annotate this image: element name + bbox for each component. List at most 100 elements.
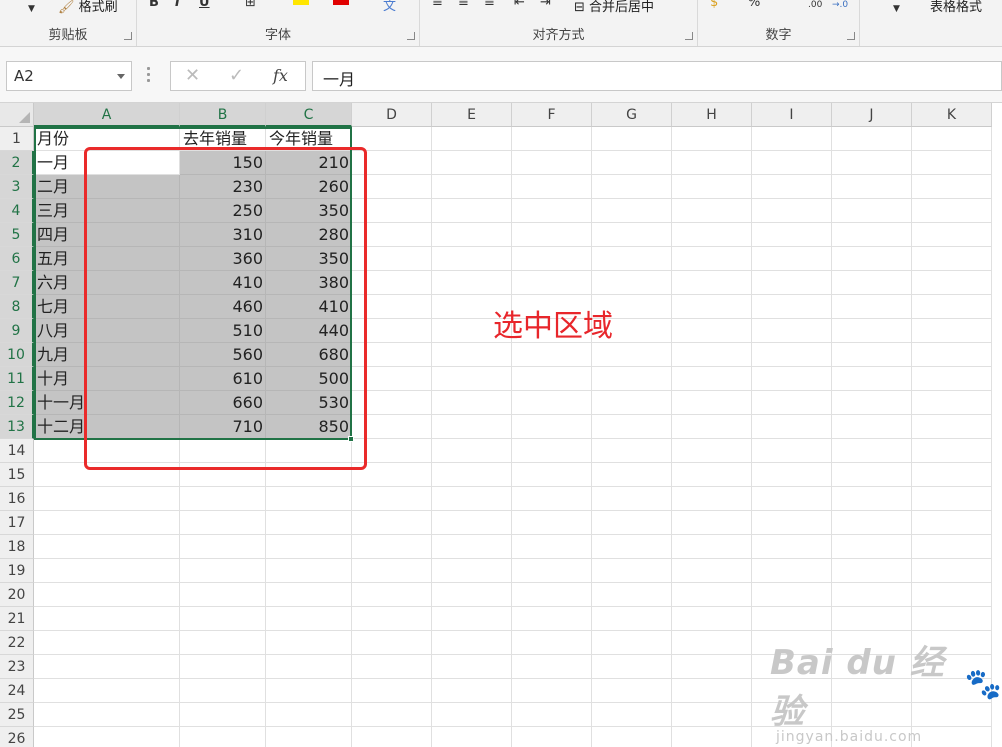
cell[interactable] xyxy=(512,487,592,511)
month-cell[interactable]: 十一月 xyxy=(34,391,88,415)
cell[interactable] xyxy=(912,583,992,607)
cell[interactable] xyxy=(432,439,512,463)
table-header-cell[interactable]: 月份 xyxy=(34,127,72,151)
cell[interactable] xyxy=(832,559,912,583)
cell[interactable] xyxy=(512,511,592,535)
cell[interactable] xyxy=(266,703,352,727)
cell[interactable] xyxy=(512,583,592,607)
cell[interactable] xyxy=(352,487,432,511)
cell[interactable] xyxy=(672,607,752,631)
chevron-down-icon[interactable]: ▼ xyxy=(28,4,35,14)
cell[interactable] xyxy=(832,247,912,271)
cell[interactable] xyxy=(180,583,266,607)
row-header[interactable]: 26 xyxy=(0,727,34,747)
cell[interactable] xyxy=(432,343,512,367)
cell[interactable] xyxy=(912,607,992,631)
row-header[interactable]: 1 xyxy=(0,127,34,151)
cell[interactable] xyxy=(180,535,266,559)
cell[interactable] xyxy=(512,223,592,247)
cell[interactable] xyxy=(832,367,912,391)
cell[interactable] xyxy=(432,559,512,583)
month-cell[interactable]: 三月 xyxy=(34,199,72,223)
cell[interactable] xyxy=(592,535,672,559)
cell[interactable] xyxy=(592,655,672,679)
cell[interactable] xyxy=(180,511,266,535)
cell[interactable] xyxy=(432,391,512,415)
cell[interactable] xyxy=(432,631,512,655)
cell[interactable] xyxy=(912,415,992,439)
column-header-H[interactable]: H xyxy=(672,103,752,127)
cell[interactable] xyxy=(912,247,992,271)
cell[interactable] xyxy=(512,415,592,439)
cell[interactable] xyxy=(432,223,512,247)
cell[interactable] xyxy=(672,631,752,655)
formula-input[interactable]: 一月 xyxy=(312,61,1002,91)
cell[interactable] xyxy=(266,511,352,535)
cell[interactable] xyxy=(432,415,512,439)
cell[interactable] xyxy=(512,391,592,415)
cell[interactable] xyxy=(352,655,432,679)
row-header[interactable]: 22 xyxy=(0,631,34,655)
cell[interactable] xyxy=(352,559,432,583)
row-header[interactable]: 18 xyxy=(0,535,34,559)
cell[interactable] xyxy=(512,559,592,583)
column-header-K[interactable]: K xyxy=(912,103,992,127)
cell[interactable] xyxy=(512,343,592,367)
cell[interactable] xyxy=(592,343,672,367)
cell[interactable] xyxy=(592,199,672,223)
cell[interactable] xyxy=(672,199,752,223)
row-header[interactable]: 24 xyxy=(0,679,34,703)
cell[interactable] xyxy=(592,391,672,415)
cell[interactable] xyxy=(752,271,832,295)
cell[interactable] xyxy=(672,223,752,247)
align-left-icon[interactable]: ≡ xyxy=(432,0,443,10)
row-header[interactable]: 3 xyxy=(0,175,34,199)
cell[interactable] xyxy=(34,631,180,655)
cell[interactable] xyxy=(352,679,432,703)
cell[interactable] xyxy=(180,631,266,655)
select-all-button[interactable] xyxy=(0,103,34,127)
cell[interactable] xyxy=(34,703,180,727)
cell[interactable] xyxy=(432,607,512,631)
cell[interactable] xyxy=(432,367,512,391)
cell[interactable] xyxy=(752,151,832,175)
cell[interactable] xyxy=(432,463,512,487)
row-header[interactable]: 9 xyxy=(0,319,34,343)
cell[interactable] xyxy=(432,679,512,703)
cell[interactable] xyxy=(34,559,180,583)
month-cell[interactable]: 十月 xyxy=(34,367,72,391)
cell[interactable] xyxy=(352,703,432,727)
row-header[interactable]: 25 xyxy=(0,703,34,727)
dialog-launcher-icon[interactable] xyxy=(407,32,415,40)
row-header[interactable]: 2 xyxy=(0,151,34,175)
cell[interactable] xyxy=(672,271,752,295)
cell[interactable] xyxy=(512,127,592,151)
cell[interactable] xyxy=(832,319,912,343)
cell[interactable] xyxy=(180,655,266,679)
name-box[interactable]: A2 xyxy=(6,61,132,91)
cell[interactable] xyxy=(832,439,912,463)
cell[interactable] xyxy=(912,295,992,319)
cell[interactable] xyxy=(352,727,432,747)
cell[interactable] xyxy=(752,343,832,367)
align-right-icon[interactable]: ≡ xyxy=(484,0,495,10)
cell[interactable] xyxy=(266,583,352,607)
cell[interactable] xyxy=(752,559,832,583)
cell[interactable] xyxy=(832,343,912,367)
cell[interactable] xyxy=(432,151,512,175)
dialog-launcher-icon[interactable] xyxy=(685,32,693,40)
column-header-B[interactable]: B xyxy=(180,103,266,127)
cell[interactable] xyxy=(432,247,512,271)
cell[interactable] xyxy=(672,127,752,151)
cell[interactable] xyxy=(832,223,912,247)
row-header[interactable]: 11 xyxy=(0,367,34,391)
cell[interactable] xyxy=(180,679,266,703)
row-header[interactable]: 23 xyxy=(0,655,34,679)
align-center-icon[interactable]: ≡ xyxy=(458,0,469,10)
cell[interactable] xyxy=(672,175,752,199)
cell[interactable] xyxy=(912,199,992,223)
row-header[interactable]: 10 xyxy=(0,343,34,367)
cell[interactable] xyxy=(432,727,512,747)
cell[interactable] xyxy=(672,559,752,583)
cell[interactable] xyxy=(912,127,992,151)
